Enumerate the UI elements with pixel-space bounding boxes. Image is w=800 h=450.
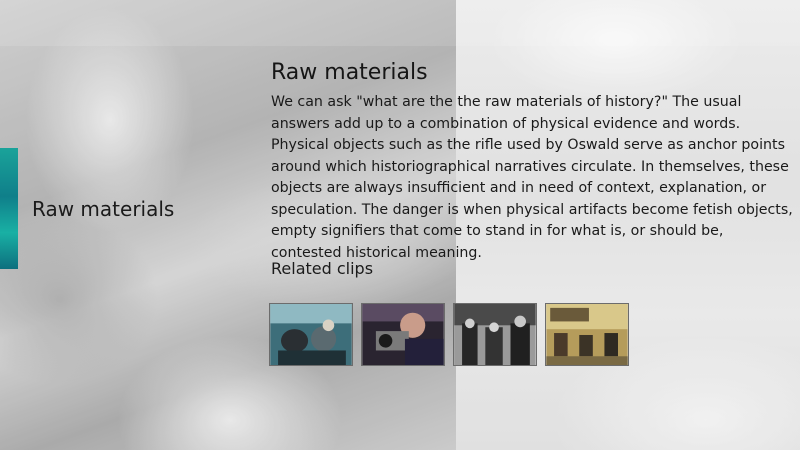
men-in-hats-thumbnail-icon <box>454 304 536 365</box>
clip-thumbnail-camera[interactable] <box>361 303 445 366</box>
section-label[interactable]: Raw materials <box>32 197 174 221</box>
clip-thumbnail-car[interactable] <box>269 303 353 366</box>
tv-studio-thumbnail-icon <box>546 304 628 365</box>
article-title: Raw materials <box>271 60 428 85</box>
clip-thumbnail-men[interactable] <box>453 303 537 366</box>
related-clips-heading: Related clips <box>271 259 374 278</box>
related-clips-list <box>269 303 629 366</box>
clip-thumbnail-studio[interactable] <box>545 303 629 366</box>
article-body: We can ask "what are the the raw materia… <box>271 94 793 261</box>
camera-operator-thumbnail-icon <box>362 304 444 365</box>
car-scene-thumbnail-icon <box>270 304 352 365</box>
active-section-tab[interactable] <box>0 148 18 269</box>
top-band <box>0 0 800 46</box>
